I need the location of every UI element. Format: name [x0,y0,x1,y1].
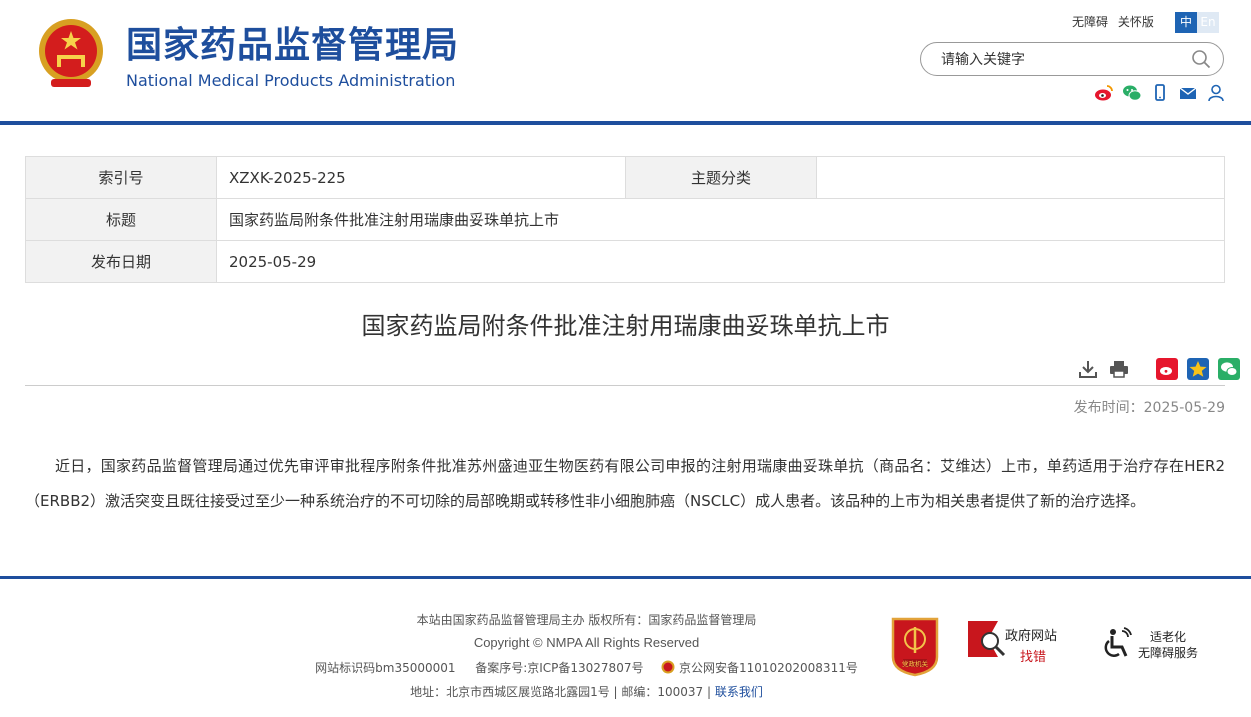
site-title-cn[interactable]: 国家药品监督管理局 [126,24,459,68]
topic-value [816,156,1225,199]
care-mode-link[interactable]: 关怀版 [1118,15,1154,29]
print-icon[interactable] [1108,358,1130,380]
title-label: 标题 [25,198,217,241]
email-icon[interactable] [1178,83,1198,103]
site-code: 网站标识码bm35000001 [315,661,456,675]
lang-en-button[interactable]: En [1197,12,1219,33]
article-title: 国家药监局附条件批准注射用瑞康曲妥珠单抗上市 [361,312,890,340]
national-emblem-icon [39,19,103,87]
title-value: 国家药监局附条件批准注射用瑞康曲妥珠单抗上市 [216,198,1225,241]
find-error-label: 找错 [1020,650,1047,665]
wechat-icon[interactable] [1122,83,1142,103]
title-divider [25,385,1225,386]
article-toolbar [1077,358,1240,380]
table-row: 索引号 XZXK-2025-225 主题分类 [25,156,1225,199]
user-icon[interactable] [1206,83,1226,103]
contact-us-link[interactable]: 联系我们 [715,685,763,699]
table-row: 发布日期 2025-05-29 [25,240,1225,283]
gov-site-label: 政府网站 [1005,629,1058,644]
elderly-accessibility-badge[interactable]: 适老化 无障碍服务 [1100,625,1210,665]
weibo-icon[interactable] [1094,83,1114,103]
language-switch: 中 En [1175,12,1219,33]
index-value: XZXK-2025-225 [216,156,626,199]
topic-label: 主题分类 [625,156,817,199]
wheelchair-icon [1104,627,1132,657]
lang-zh-button[interactable]: 中 [1175,12,1197,33]
share-favorite-icon[interactable] [1187,358,1209,380]
publish-time: 发布时间：2025-05-29 [1073,400,1225,416]
search-input[interactable] [939,49,1183,71]
share-wechat-icon[interactable] [1218,358,1240,380]
article-body: 近日，国家药品监督管理局通过优先审评审批程序附条件批准苏州盛迪亚生物医药有限公司… [25,457,1225,510]
site-title-en[interactable]: National Medical Products Administration [126,71,455,91]
top-menu: 无障碍 关怀版 [1072,13,1160,31]
site-header: 国家药品监督管理局 National Medical Products Admi… [0,0,1251,121]
search-icon[interactable] [1191,49,1211,69]
elderly-label: 适老化 [1150,630,1187,644]
header-divider [0,121,1251,125]
accessibility-label: 无障碍服务 [1138,646,1199,660]
search-box [920,42,1224,76]
icp-link[interactable]: 备案序号:京ICP备13027807号 [475,661,643,675]
footer-address-line: 地址：北京市西城区展览路北露园1号 | 邮编：100037 | 联系我们 [0,683,1173,700]
date-value: 2025-05-29 [216,240,1225,283]
share-weibo-icon[interactable] [1156,358,1178,380]
police-badge-icon [661,660,675,674]
metadata-table: 索引号 XZXK-2025-225 主题分类 标题 国家药监局附条件批准注射用瑞… [25,156,1225,283]
social-links [1094,83,1226,103]
index-label: 索引号 [25,156,217,199]
accessibility-link[interactable]: 无障碍 [1072,15,1108,29]
police-link[interactable]: 京公网安备11010202008311号 [679,661,858,675]
footer-address: 地址：北京市西城区展览路北露园1号 | 邮编：100037 | [410,685,712,699]
party-govt-badge-icon[interactable]: 党政机关 [889,615,941,677]
site-footer: 本站由国家药品监督管理局主办 版权所有：国家药品监督管理局 Copyright … [0,579,1251,717]
date-label: 发布日期 [25,240,217,283]
party-badge-text: 党政机关 [902,659,929,668]
table-row: 标题 国家药监局附条件批准注射用瑞康曲妥珠单抗上市 [25,198,1225,241]
download-icon[interactable] [1077,358,1099,380]
mobile-icon[interactable] [1150,83,1170,103]
gov-site-error-badge[interactable]: 政府网站 找错 [968,619,1068,669]
